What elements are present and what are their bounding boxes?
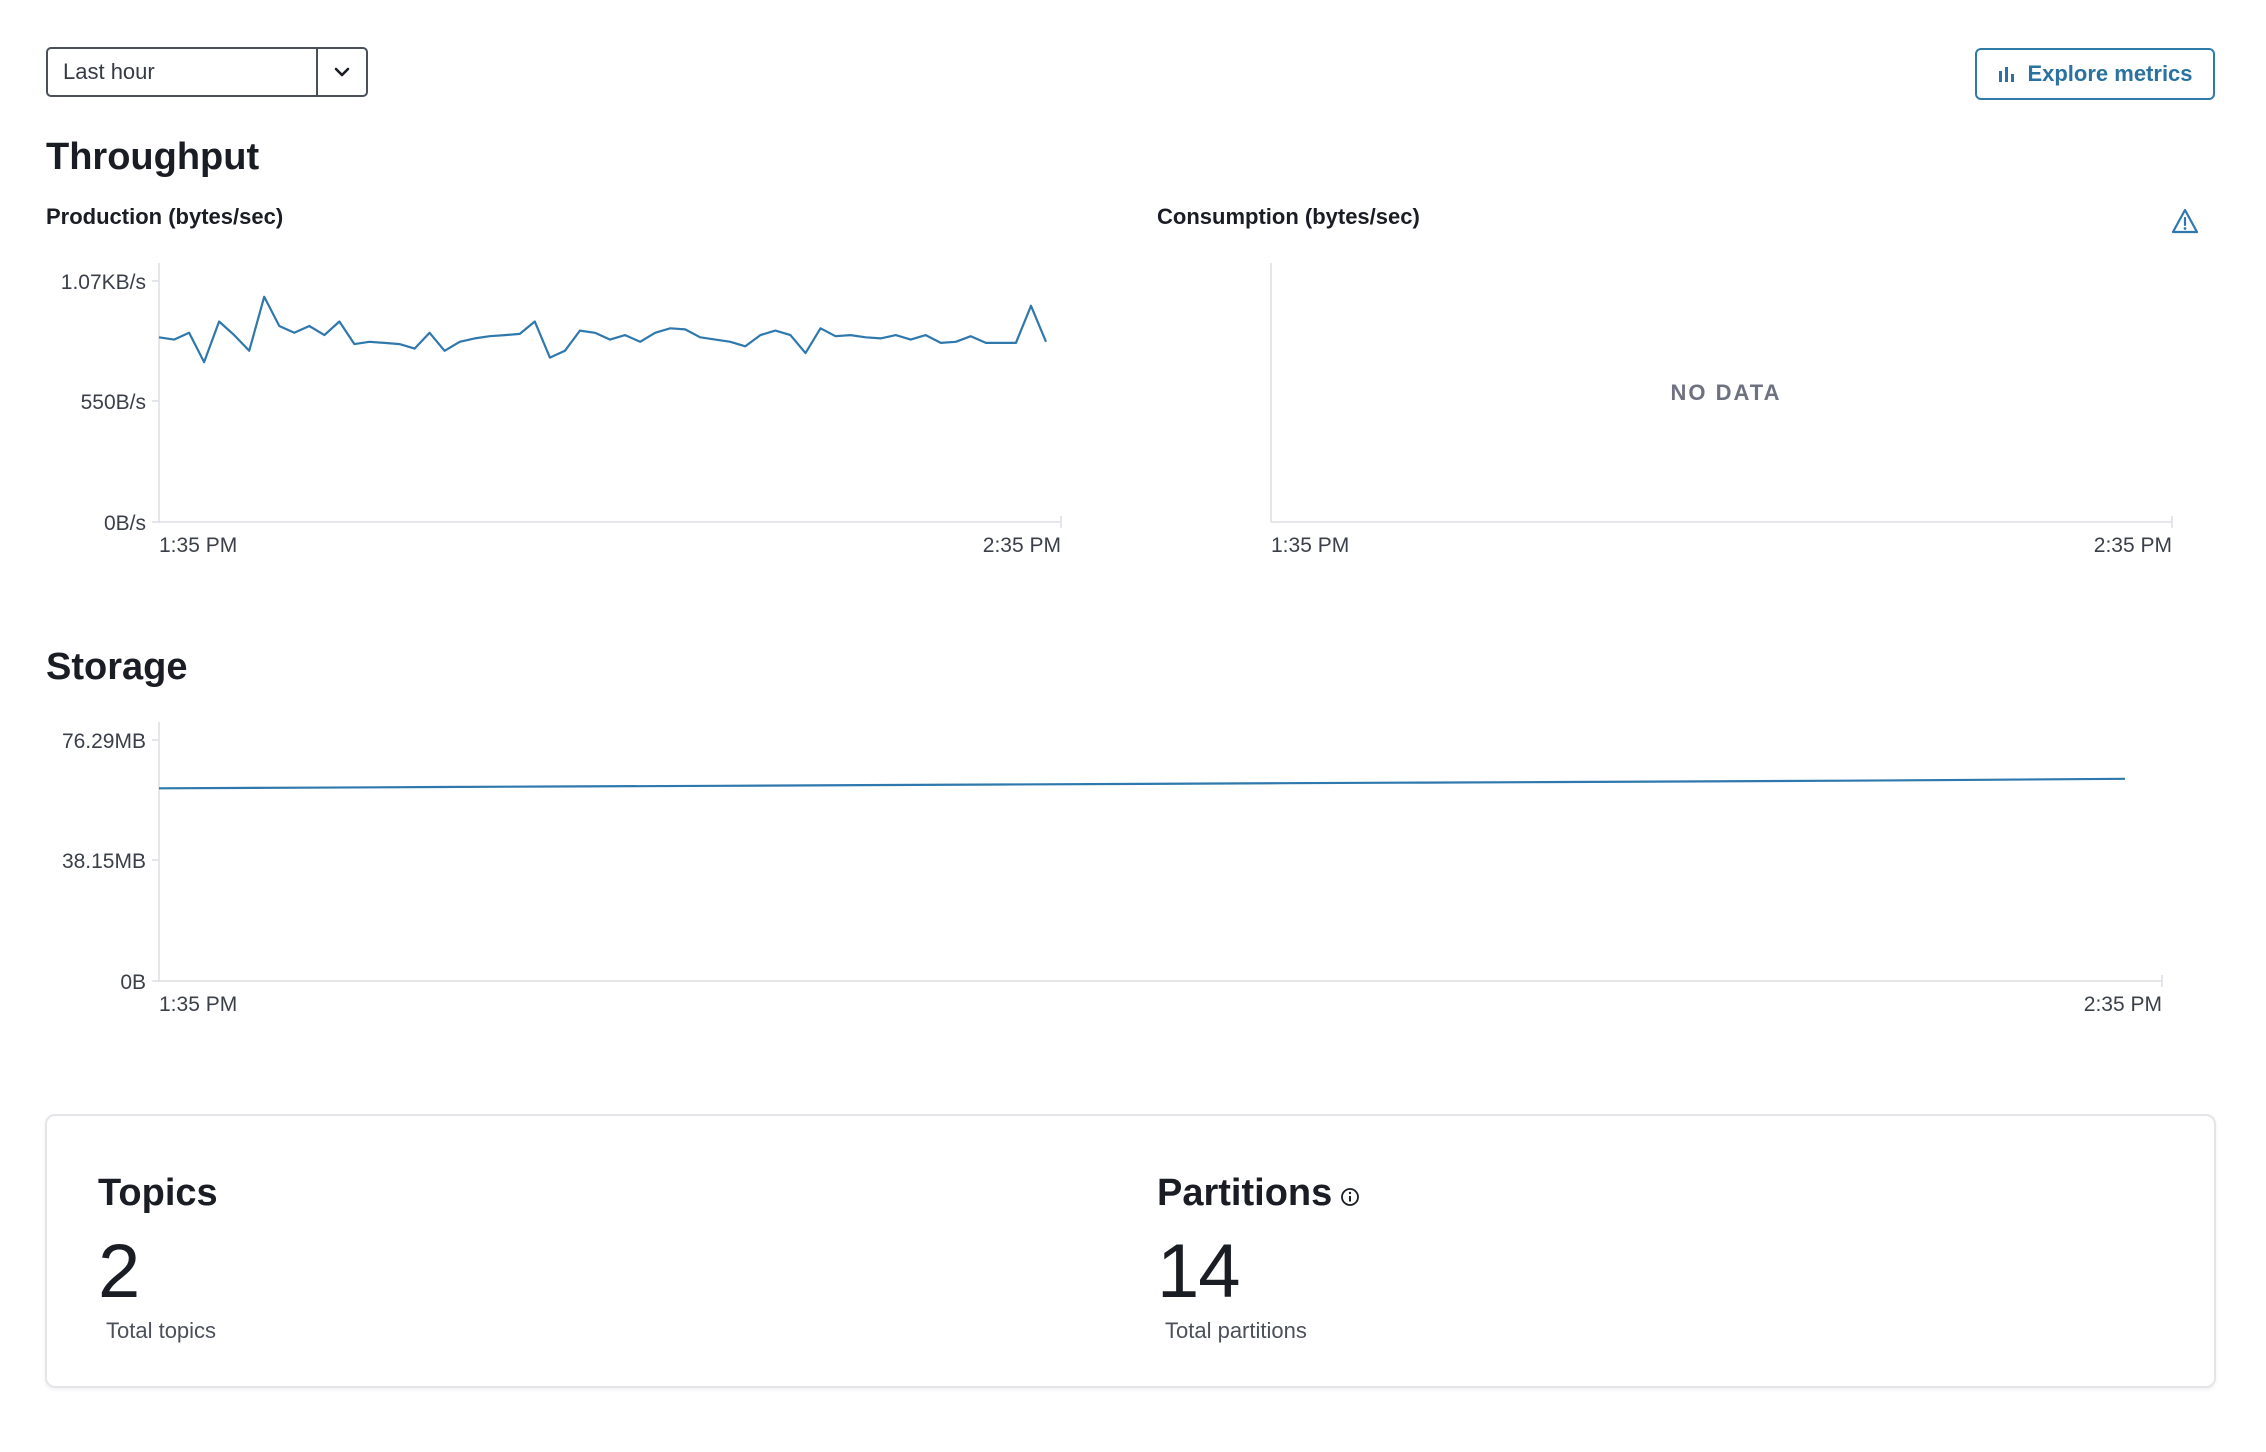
stats-card: Topics 2 Total topics Partitions 14 Tota… xyxy=(45,1114,2216,1388)
storage-y-tick: 76.29MB xyxy=(62,730,146,753)
partitions-value: 14 xyxy=(1157,1229,1241,1314)
storage-y-tick: 0B xyxy=(120,971,146,994)
consumption-chart: NO DATA 1:35 PM 2:35 PM xyxy=(1270,263,2173,557)
topics-label: Topics xyxy=(98,1172,218,1214)
production-series-line xyxy=(158,295,1048,364)
partitions-caption: Total partitions xyxy=(1165,1318,1307,1343)
storage-chart: 76.29MB 38.15MB 0B 1:35 PM 2:35 PM xyxy=(62,722,2163,1016)
partitions-header: Partitions xyxy=(1157,1172,1360,1215)
topics-caption: Total topics xyxy=(106,1318,217,1343)
production-y-tick: 0B/s xyxy=(104,512,146,535)
consumption-x-tick: 1:35 PM xyxy=(1271,534,1349,557)
storage-title: Storage xyxy=(46,646,188,688)
info-icon[interactable] xyxy=(1340,1187,1360,1207)
consumption-x-tick: 2:35 PM xyxy=(2094,534,2172,557)
topics-value: 2 xyxy=(98,1229,140,1314)
partitions-label: Partitions xyxy=(1157,1172,1333,1214)
production-x-tick: 2:35 PM xyxy=(983,534,1061,557)
storage-x-tick: 2:35 PM xyxy=(2084,993,2162,1016)
production-y-tick: 550B/s xyxy=(81,391,146,414)
storage-series-line xyxy=(158,777,2126,790)
storage-y-tick: 38.15MB xyxy=(62,850,146,873)
production-chart: 1.07KB/s 550B/s 0B/s 1:35 PM 2:35 PM xyxy=(61,263,1062,557)
storage-x-tick: 1:35 PM xyxy=(159,993,237,1016)
production-x-tick: 1:35 PM xyxy=(159,534,237,557)
no-data-label: NO DATA xyxy=(1671,380,1782,405)
production-y-tick: 1.07KB/s xyxy=(61,271,146,294)
